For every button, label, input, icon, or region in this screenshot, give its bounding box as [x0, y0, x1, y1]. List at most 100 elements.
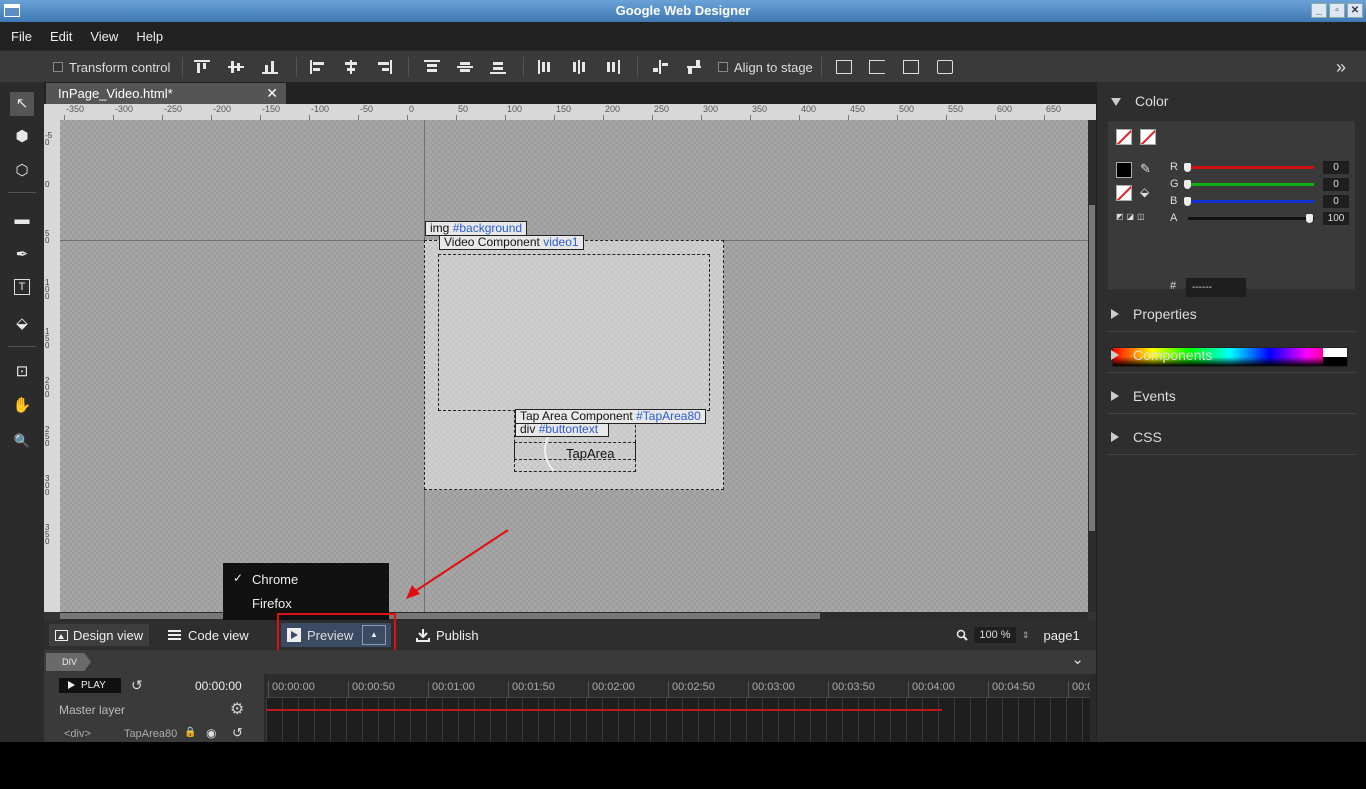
ruler-label: 250	[45, 425, 50, 448]
menu-edit[interactable]: Edit	[41, 29, 81, 44]
preview-option-firefox[interactable]: Firefox	[252, 596, 292, 611]
ruler-label: -200	[213, 104, 232, 114]
eye-icon[interactable]: ◉	[206, 726, 216, 740]
text-tool-icon[interactable]: T	[14, 279, 30, 295]
color-section-header[interactable]: Color	[1111, 93, 1168, 109]
preview-option-chrome[interactable]: Chrome	[252, 572, 298, 587]
zoom-input[interactable]: 100 %	[974, 627, 1016, 643]
loop-icon[interactable]: ↺	[131, 677, 143, 694]
layer-name[interactable]: TapArea80	[124, 728, 177, 740]
channel-slider[interactable]	[1188, 166, 1314, 169]
page-selector[interactable]: page1	[1044, 628, 1080, 643]
transform-control-checkbox[interactable]	[53, 62, 63, 72]
stroke-none-swatch[interactable]	[1116, 129, 1132, 145]
stroke-color-swatch[interactable]	[1116, 162, 1132, 178]
fill-color-swatch[interactable]	[1116, 185, 1132, 201]
gear-icon[interactable]: ⚙	[230, 699, 244, 719]
section-components[interactable]: Components	[1111, 347, 1212, 363]
timeline-ruler[interactable]: 00:00:00 00:00:50 00:01:00 00:01:50 00:02:00…	[266, 674, 1090, 698]
close-button[interactable]: ✕	[1347, 3, 1363, 18]
distribute-middle-icon[interactable]	[457, 60, 473, 74]
swap-colors-icon[interactable]: ◩◪◫	[1116, 212, 1148, 221]
canvas-horizontal-scrollbar[interactable]	[60, 612, 1088, 620]
current-time[interactable]: 00:00:00	[195, 679, 242, 693]
align-to-stage-toggle[interactable]: Align to stage	[718, 51, 813, 83]
document-tab[interactable]: InPage_Video.html* ✕	[46, 83, 286, 104]
group-icon[interactable]	[836, 60, 852, 74]
channel-value[interactable]: 0	[1323, 178, 1349, 191]
toolbar-more-icon[interactable]: »	[1336, 51, 1346, 83]
distribute-bottom-icon[interactable]	[490, 60, 506, 74]
menu-file[interactable]: File	[2, 29, 41, 44]
channel-slider[interactable]	[1188, 183, 1314, 186]
wrap-icon[interactable]	[903, 60, 919, 74]
stamp-tool-icon[interactable]: ⊡	[12, 362, 32, 382]
timeline-tick: 00:03:00	[748, 681, 795, 698]
channel-value[interactable]: 0	[1323, 161, 1349, 174]
channel-slider[interactable]	[1188, 217, 1314, 220]
align-horizontal-center-icon[interactable]	[343, 60, 359, 74]
publish-button[interactable]: Publish	[416, 620, 479, 650]
close-tab-icon[interactable]: ✕	[266, 83, 278, 104]
distribute-center-icon[interactable]	[571, 60, 587, 74]
pencil-icon[interactable]: ✎	[1140, 161, 1151, 177]
distribute-right-icon[interactable]	[604, 60, 620, 74]
minimize-button[interactable]: _	[1311, 3, 1327, 18]
align-left-icon[interactable]	[310, 60, 326, 74]
document-tab-title: InPage_Video.html*	[58, 86, 173, 101]
slider-thumb[interactable]	[1306, 214, 1313, 223]
code-view-tab[interactable]: Code view	[168, 620, 249, 650]
3d-translation-tool-icon[interactable]: ⬡	[12, 161, 32, 181]
align-top-icon[interactable]	[194, 60, 210, 74]
align-to-stage-label: Align to stage	[734, 59, 813, 75]
selection-tool-icon[interactable]: ↖	[10, 92, 34, 116]
tag-tool-icon[interactable]: ▬	[12, 210, 32, 230]
zoom-stepper-icon[interactable]: ⇕	[1022, 630, 1030, 641]
align-to-stage-checkbox[interactable]	[718, 62, 728, 72]
channel-value[interactable]: 100	[1323, 212, 1349, 225]
paint-bucket-icon[interactable]: ⬙	[1140, 185, 1149, 199]
distribute-left-icon[interactable]	[538, 60, 554, 74]
space-horizontal-icon[interactable]	[653, 60, 669, 74]
hand-tool-icon[interactable]: ✋	[12, 396, 32, 416]
channel-slider[interactable]	[1188, 200, 1314, 203]
ruler-label: 450	[850, 104, 866, 114]
transform-control-toggle[interactable]: Transform control	[53, 51, 170, 83]
collapse-icon[interactable]: ⌄	[1071, 650, 1084, 668]
ruler-label: 250	[654, 104, 670, 114]
section-events[interactable]: Events	[1111, 388, 1176, 404]
zoom-tool-icon[interactable]: 🔍	[12, 431, 32, 451]
align-vertical-center-icon[interactable]	[228, 60, 244, 74]
hex-input[interactable]: ------	[1186, 278, 1246, 297]
play-button[interactable]: PLAY	[59, 678, 121, 693]
space-vertical-icon[interactable]	[687, 60, 703, 74]
slider-thumb[interactable]	[1184, 163, 1191, 172]
design-canvas[interactable]: img #background Video Component video1 d…	[60, 120, 1088, 612]
fill-tool-icon[interactable]: ⬙	[12, 314, 32, 334]
timeline-grid[interactable]	[266, 698, 1090, 742]
align-right-icon[interactable]	[376, 60, 392, 74]
slider-thumb[interactable]	[1184, 197, 1191, 206]
canvas-vertical-scrollbar[interactable]	[1088, 120, 1096, 612]
distribute-top-icon[interactable]	[424, 60, 440, 74]
convert-icon[interactable]	[937, 60, 953, 74]
undo-icon[interactable]: ↺	[232, 725, 243, 741]
section-css[interactable]: CSS	[1111, 429, 1162, 445]
section-properties[interactable]: Properties	[1111, 306, 1197, 322]
timeline-tracks[interactable]: 00:00:00 00:00:50 00:01:00 00:01:50 00:02:00…	[266, 674, 1090, 742]
timeline-tick: 00:04:00	[908, 681, 955, 698]
lock-icon[interactable]: 🔒	[184, 727, 196, 738]
master-layer-label[interactable]: Master layer	[59, 703, 125, 717]
align-bottom-icon[interactable]	[262, 60, 278, 74]
menu-help[interactable]: Help	[127, 29, 172, 44]
fill-none-swatch[interactable]	[1140, 129, 1156, 145]
pen-tool-icon[interactable]: ✒	[12, 245, 32, 265]
channel-value[interactable]: 0	[1323, 195, 1349, 208]
breadcrumb-div[interactable]: DIV	[46, 653, 92, 671]
design-view-tab[interactable]: Design view	[49, 624, 150, 646]
menu-view[interactable]: View	[81, 29, 127, 44]
maximize-button[interactable]: ▫	[1329, 3, 1345, 18]
slider-thumb[interactable]	[1184, 180, 1191, 189]
3d-object-tool-icon[interactable]: ⬢	[12, 127, 32, 147]
ungroup-icon[interactable]	[869, 60, 885, 74]
